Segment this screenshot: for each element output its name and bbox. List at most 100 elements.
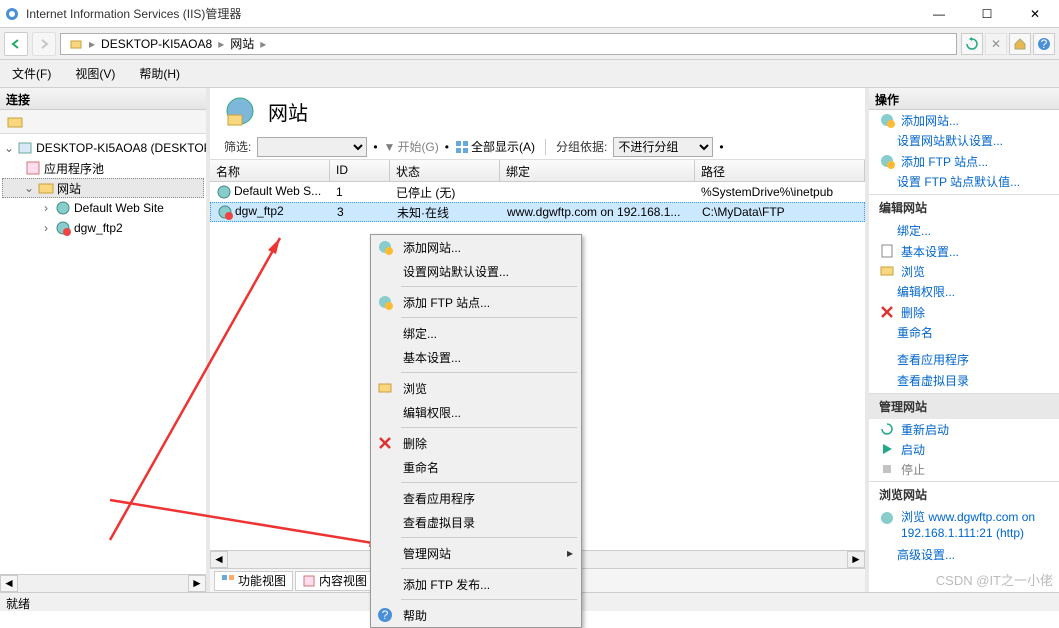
svg-text:?: ? bbox=[1041, 37, 1048, 51]
maximize-button[interactable]: ☐ bbox=[967, 3, 1007, 25]
stop-icon bbox=[879, 461, 895, 477]
connections-header: 连接 bbox=[0, 88, 206, 110]
table-row[interactable]: dgw_ftp2 3 未知·在线 www.dgwftp.com on 192.1… bbox=[210, 202, 865, 222]
action-browse-url[interactable]: 浏览 www.dgwftp.com on 192.168.1.111:21 (h… bbox=[869, 507, 1059, 544]
delete-icon bbox=[879, 304, 895, 320]
tab-content[interactable]: 内容视图 bbox=[295, 571, 374, 591]
action-add-site[interactable]: 添加网站... bbox=[869, 110, 1059, 130]
restart-icon bbox=[879, 421, 895, 437]
tree-host-label: DESKTOP-KI5AOA8 (DESKTOP bbox=[36, 141, 206, 155]
start-button[interactable]: ▼ 开始(G) bbox=[384, 138, 439, 155]
col-status[interactable]: 状态 bbox=[390, 160, 500, 181]
globe-add-icon bbox=[375, 237, 395, 257]
browse-icon bbox=[879, 510, 895, 526]
menu-file[interactable]: 文件(F) bbox=[8, 63, 55, 84]
cm-view-vdirs[interactable]: 查看虚拟目录 bbox=[371, 510, 581, 534]
action-advanced[interactable]: 高级设置... bbox=[869, 544, 1059, 565]
tab-features[interactable]: 功能视图 bbox=[214, 571, 293, 591]
collapse-icon[interactable]: ⌄ bbox=[4, 141, 14, 155]
action-site-defaults[interactable]: 设置网站默认设置... bbox=[869, 130, 1059, 151]
action-browse[interactable]: 浏览 bbox=[869, 261, 1059, 281]
action-stop[interactable]: 停止 bbox=[869, 459, 1059, 479]
titlebar: Internet Information Services (IIS)管理器 —… bbox=[0, 0, 1059, 28]
actions-list: 添加网站... 设置网站默认设置... 添加 FTP 站点... 设置 FTP … bbox=[869, 110, 1059, 592]
folder-icon[interactable] bbox=[7, 114, 23, 130]
server-icon bbox=[17, 140, 33, 156]
action-basic-settings[interactable]: 基本设置... bbox=[869, 241, 1059, 261]
cm-rename[interactable]: 重命名 bbox=[371, 455, 581, 479]
cm-site-defaults[interactable]: 设置网站默认设置... bbox=[371, 259, 581, 283]
cm-browse[interactable]: 浏览 bbox=[371, 376, 581, 400]
play-icon bbox=[879, 441, 895, 457]
collapse-icon[interactable]: ⌄ bbox=[23, 181, 35, 195]
watermark: CSDN @IT之一小佬 bbox=[936, 570, 1053, 589]
action-restart[interactable]: 重新启动 bbox=[869, 419, 1059, 439]
action-start[interactable]: 启动 bbox=[869, 439, 1059, 459]
filter-bar: 筛选: • ▼ 开始(G) • 全部显示(A) 分组依据: 不进行分组 • bbox=[210, 134, 865, 160]
expand-icon[interactable]: › bbox=[40, 221, 52, 235]
explore-icon bbox=[375, 378, 395, 398]
show-all-button[interactable]: 全部显示(A) bbox=[455, 138, 535, 155]
tree-app-pools[interactable]: 应用程序池 bbox=[2, 158, 204, 178]
section-edit-site: 编辑网站 bbox=[869, 194, 1059, 220]
close-button[interactable]: ✕ bbox=[1015, 3, 1055, 25]
col-name[interactable]: 名称 bbox=[210, 160, 330, 181]
connections-panel: 连接 ⌄ DESKTOP-KI5AOA8 (DESKTOP 应用程序池 ⌄ 网站… bbox=[0, 88, 210, 592]
action-view-apps[interactable]: 查看应用程序 bbox=[869, 349, 1059, 370]
action-view-vdirs[interactable]: 查看虚拟目录 bbox=[869, 370, 1059, 391]
group-label: 分组依据: bbox=[556, 138, 607, 155]
forward-button[interactable] bbox=[32, 32, 56, 56]
cm-manage[interactable]: 管理网站▸ bbox=[371, 541, 581, 565]
action-delete[interactable]: 删除 bbox=[869, 302, 1059, 322]
globe-ftp-icon bbox=[375, 292, 395, 312]
action-bindings[interactable]: 绑定... bbox=[869, 220, 1059, 241]
refresh-button[interactable] bbox=[961, 33, 983, 55]
cm-delete[interactable]: 删除 bbox=[371, 431, 581, 455]
globe-ftp-icon bbox=[879, 153, 895, 169]
app-pools-icon bbox=[25, 160, 41, 176]
explore-icon bbox=[879, 263, 895, 279]
center-header: 网站 bbox=[210, 88, 865, 134]
connections-tree: ⌄ DESKTOP-KI5AOA8 (DESKTOP 应用程序池 ⌄ 网站 › … bbox=[0, 134, 206, 574]
col-bind[interactable]: 绑定 bbox=[500, 160, 695, 181]
tree-sites[interactable]: ⌄ 网站 bbox=[2, 178, 204, 198]
tree-site-ftp-label: dgw_ftp2 bbox=[74, 221, 123, 235]
cm-add-ftp[interactable]: 添加 FTP 站点... bbox=[371, 290, 581, 314]
document-icon bbox=[879, 243, 895, 259]
cm-basic[interactable]: 基本设置... bbox=[371, 345, 581, 369]
cm-add-site[interactable]: 添加网站... bbox=[371, 235, 581, 259]
help-button[interactable]: ? bbox=[1033, 33, 1055, 55]
action-edit-perm[interactable]: 编辑权限... bbox=[869, 281, 1059, 302]
left-scrollbar[interactable]: ◄► bbox=[0, 574, 206, 592]
home-button[interactable] bbox=[1009, 33, 1031, 55]
app-icon bbox=[4, 6, 20, 22]
minimize-button[interactable]: — bbox=[919, 3, 959, 25]
grid-header: 名称 ID 状态 绑定 路径 bbox=[210, 160, 865, 182]
menu-help[interactable]: 帮助(H) bbox=[135, 63, 184, 84]
tree-host[interactable]: ⌄ DESKTOP-KI5AOA8 (DESKTOP bbox=[2, 138, 204, 158]
cm-add-ftp-pub[interactable]: 添加 FTP 发布... bbox=[371, 572, 581, 596]
group-select[interactable]: 不进行分组 bbox=[613, 137, 713, 157]
menu-view[interactable]: 视图(V) bbox=[71, 63, 119, 84]
globe-error-icon bbox=[217, 204, 233, 220]
action-add-ftp[interactable]: 添加 FTP 站点... bbox=[869, 151, 1059, 171]
tree-site-default[interactable]: › Default Web Site bbox=[2, 198, 204, 218]
page-title: 网站 bbox=[268, 97, 308, 126]
cm-edit-perm[interactable]: 编辑权限... bbox=[371, 400, 581, 424]
cm-bindings[interactable]: 绑定... bbox=[371, 321, 581, 345]
stop-button[interactable]: ✕ bbox=[985, 33, 1007, 55]
expand-icon[interactable]: › bbox=[40, 201, 52, 215]
back-button[interactable] bbox=[4, 32, 28, 56]
col-path[interactable]: 路径 bbox=[695, 160, 865, 181]
cm-help[interactable]: ?帮助 bbox=[371, 603, 581, 627]
breadcrumb-host[interactable]: DESKTOP-KI5AOA8 bbox=[97, 37, 216, 51]
table-row[interactable]: Default Web S... 1 已停止 (无) %SystemDrive%… bbox=[210, 182, 865, 202]
col-id[interactable]: ID bbox=[330, 160, 390, 181]
tree-site-ftp[interactable]: › dgw_ftp2 bbox=[2, 218, 204, 238]
action-ftp-defaults[interactable]: 设置 FTP 站点默认值... bbox=[869, 171, 1059, 192]
breadcrumb[interactable]: ▸ DESKTOP-KI5AOA8 ▸ 网站 ▸ bbox=[60, 33, 957, 55]
cm-view-apps[interactable]: 查看应用程序 bbox=[371, 486, 581, 510]
breadcrumb-node[interactable]: 网站 bbox=[226, 35, 258, 52]
filter-input[interactable] bbox=[257, 137, 367, 157]
action-rename[interactable]: 重命名 bbox=[869, 322, 1059, 343]
